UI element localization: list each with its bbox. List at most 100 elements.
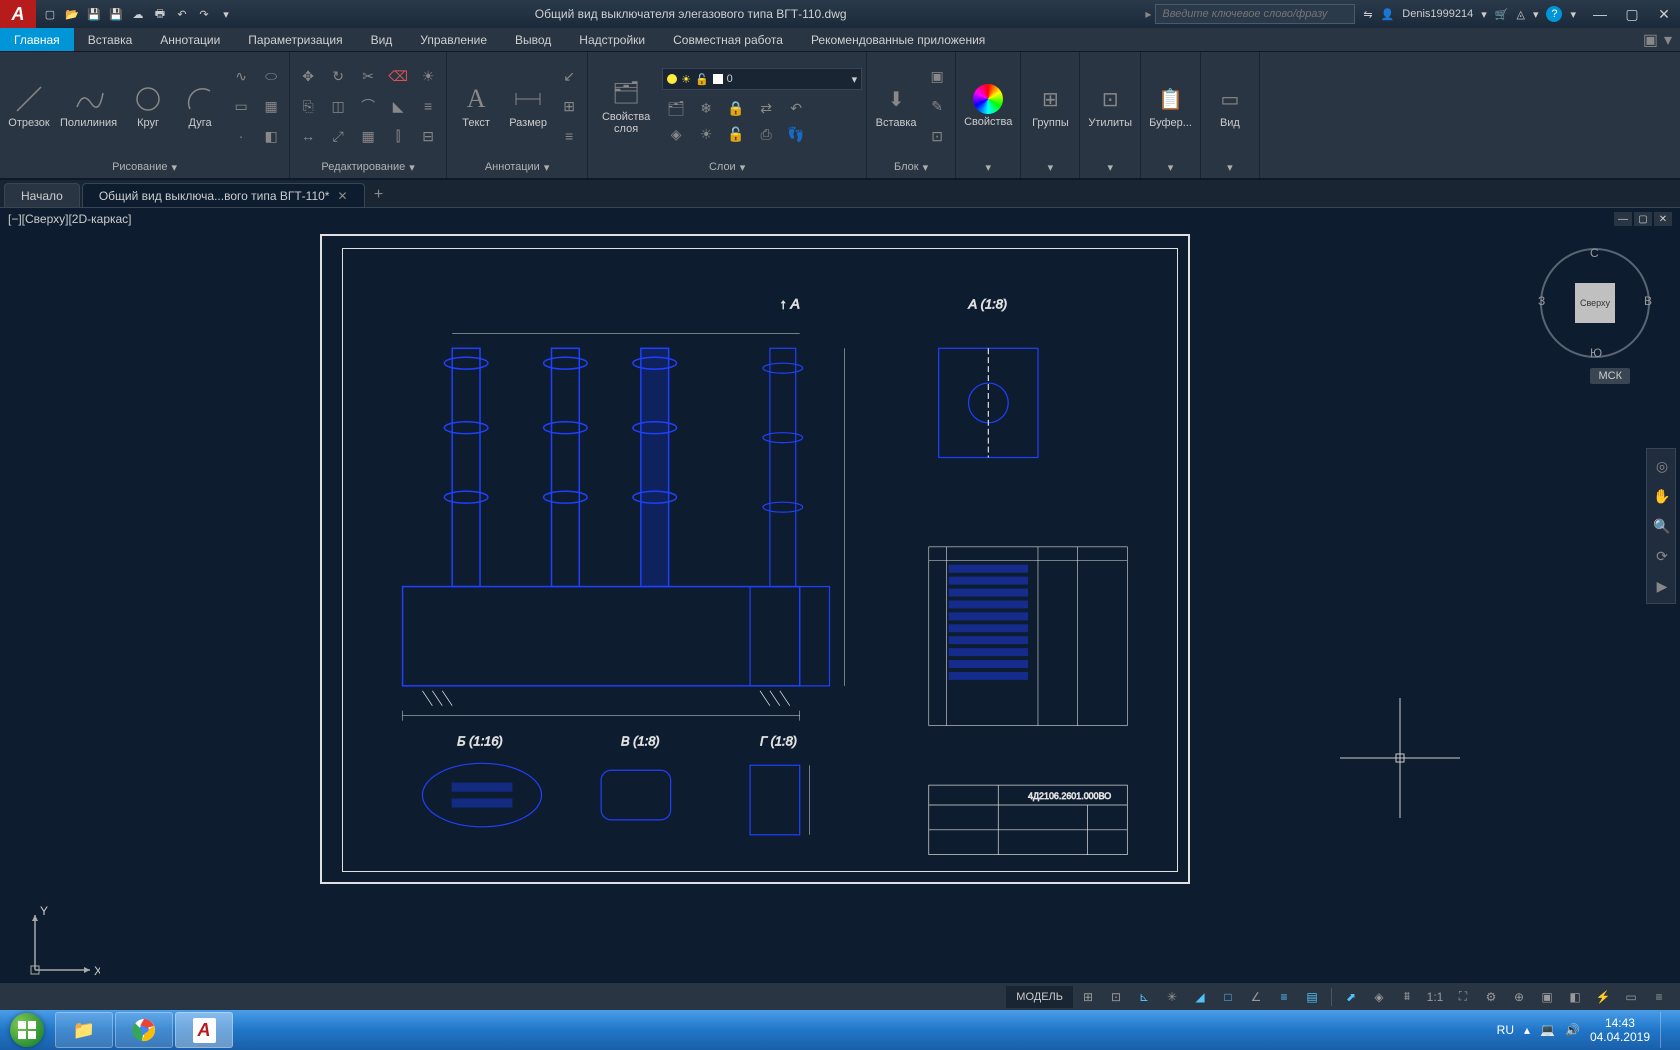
qat-open-icon[interactable]: 📂 bbox=[62, 4, 82, 24]
ribbon-expand-icon[interactable]: ▾ bbox=[1664, 30, 1672, 50]
tool-utilities[interactable]: ⊡Утилиты bbox=[1084, 79, 1136, 133]
layer-current-dropdown[interactable]: ☀ 🔓 0 ▾ bbox=[662, 68, 862, 90]
layer-iso-icon[interactable]: ◈ bbox=[662, 120, 690, 148]
panel-layers-title[interactable]: Слои▾ bbox=[592, 158, 862, 176]
user-icon[interactable]: 👤 bbox=[1381, 8, 1395, 21]
status-lineweight-icon[interactable]: ≡ bbox=[1271, 986, 1297, 1008]
mtext-icon[interactable]: ≡ bbox=[555, 122, 583, 150]
viewport-label[interactable]: [−][Сверху][2D-каркас] bbox=[8, 212, 132, 226]
viewcube-face-top[interactable]: Сверху bbox=[1575, 283, 1615, 323]
viewcube-north[interactable]: С bbox=[1590, 246, 1599, 260]
chamfer-icon[interactable]: ◣ bbox=[384, 92, 412, 120]
hatch-icon[interactable]: ▦ bbox=[257, 92, 285, 120]
region-icon[interactable]: ◧ bbox=[257, 122, 285, 150]
qat-save-icon[interactable]: 💾 bbox=[84, 4, 104, 24]
panel-block-title[interactable]: Блок▾ bbox=[871, 158, 951, 176]
tool-text[interactable]: А Текст bbox=[451, 79, 501, 133]
array-icon[interactable]: ▦ bbox=[354, 122, 382, 150]
layer-lock-tool-icon[interactable]: 🔒 bbox=[722, 94, 750, 122]
scale-icon[interactable]: ⤢ bbox=[324, 122, 352, 150]
nav-wheel-icon[interactable]: ◎ bbox=[1649, 453, 1675, 479]
erase-icon[interactable]: ⌫ bbox=[384, 62, 412, 90]
status-scale-label[interactable]: 1:1 bbox=[1422, 986, 1448, 1008]
block-attr-icon[interactable]: ⊡ bbox=[923, 122, 951, 150]
panel-groups-title[interactable]: ▾ bbox=[1025, 158, 1075, 176]
nav-showmotion-icon[interactable]: ▶ bbox=[1649, 573, 1675, 599]
spline-icon[interactable]: ∿ bbox=[227, 62, 255, 90]
task-chrome[interactable] bbox=[115, 1012, 173, 1048]
panel-utilities-title[interactable]: ▾ bbox=[1084, 158, 1136, 176]
close-icon[interactable]: ✕ bbox=[337, 189, 347, 203]
maximize-button[interactable]: ▢ bbox=[1616, 0, 1648, 28]
status-snap-icon[interactable]: ⊡ bbox=[1103, 986, 1129, 1008]
status-custom-icon[interactable]: ≡ bbox=[1646, 986, 1672, 1008]
tool-dimension[interactable]: Размер bbox=[503, 79, 553, 133]
tool-view[interactable]: ▭Вид bbox=[1205, 79, 1255, 133]
nav-orbit-icon[interactable]: ⟳ bbox=[1649, 543, 1675, 569]
status-snap3d-icon[interactable]: ⩩ bbox=[1394, 986, 1420, 1008]
tool-groups[interactable]: ⊞Группы bbox=[1025, 79, 1075, 133]
task-autocad[interactable]: A bbox=[175, 1012, 233, 1048]
table-icon[interactable]: ⊞ bbox=[555, 92, 583, 120]
status-iso-icon[interactable]: ◧ bbox=[1562, 986, 1588, 1008]
status-grid-icon[interactable]: ⊞ bbox=[1075, 986, 1101, 1008]
layer-off-icon[interactable]: 🗂 bbox=[662, 94, 690, 122]
cart-icon[interactable]: 🛒 bbox=[1495, 8, 1509, 21]
rotate-icon[interactable]: ↻ bbox=[324, 62, 352, 90]
point-icon[interactable]: · bbox=[227, 122, 255, 150]
panel-draw-title[interactable]: Рисование▾ bbox=[4, 158, 285, 176]
viewcube-west[interactable]: З bbox=[1538, 294, 1545, 308]
minimize-button[interactable]: — bbox=[1584, 0, 1616, 28]
add-tab-button[interactable]: + bbox=[367, 183, 391, 207]
status-osnap-icon[interactable]: □ bbox=[1215, 986, 1241, 1008]
ribbon-tab-manage[interactable]: Управление bbox=[406, 28, 501, 51]
ribbon-tab-view[interactable]: Вид bbox=[357, 28, 407, 51]
qat-new-icon[interactable]: ▢ bbox=[40, 4, 60, 24]
tray-lang[interactable]: RU bbox=[1497, 1023, 1514, 1037]
tool-clipboard[interactable]: 📋Буфер... bbox=[1145, 79, 1196, 133]
status-model-button[interactable]: МОДЕЛЬ bbox=[1006, 986, 1073, 1008]
close-button[interactable]: ✕ bbox=[1648, 0, 1680, 28]
status-gizmo-icon[interactable]: ◈ bbox=[1366, 986, 1392, 1008]
tray-volume-icon[interactable]: 🔊 bbox=[1565, 1023, 1580, 1037]
status-gear-icon[interactable]: ⚙ bbox=[1478, 986, 1504, 1008]
vp-close-icon[interactable]: ✕ bbox=[1654, 212, 1672, 226]
layer-freeze-icon[interactable]: ❄ bbox=[692, 94, 720, 122]
connect-icon[interactable]: ⇋ bbox=[1363, 8, 1372, 21]
tool-block-insert[interactable]: ⬇ Вставка bbox=[871, 79, 921, 133]
mirror-icon[interactable]: ◫ bbox=[324, 92, 352, 120]
tool-polyline[interactable]: Полилиния bbox=[56, 79, 121, 133]
nav-zoom-icon[interactable]: 🔍 bbox=[1649, 513, 1675, 539]
status-annoscale-icon[interactable]: ⛶ bbox=[1450, 986, 1476, 1008]
offset-icon[interactable]: ≡ bbox=[414, 92, 442, 120]
trim-icon[interactable]: ✂ bbox=[354, 62, 382, 90]
copy-icon[interactable]: ⎘ bbox=[294, 92, 322, 120]
layer-match-icon[interactable]: ⇄ bbox=[752, 94, 780, 122]
layer-prev-icon[interactable]: ↶ bbox=[782, 94, 810, 122]
tray-up-icon[interactable]: ▴ bbox=[1524, 1023, 1530, 1037]
user-name[interactable]: Denis1999214 bbox=[1402, 8, 1473, 20]
layer-state-icon[interactable]: ⎙ bbox=[752, 120, 780, 148]
move-icon[interactable]: ✥ bbox=[294, 62, 322, 90]
align-icon[interactable]: ⫿ bbox=[384, 122, 412, 150]
layer-unlock-icon[interactable]: 🔓 bbox=[722, 120, 750, 148]
panel-clipboard-title[interactable]: ▾ bbox=[1145, 158, 1196, 176]
ribbon-tab-featured[interactable]: Рекомендованные приложения bbox=[797, 28, 999, 51]
panel-view-title[interactable]: ▾ bbox=[1205, 158, 1255, 176]
explode-icon[interactable]: ☀ bbox=[414, 62, 442, 90]
block-create-icon[interactable]: ▣ bbox=[923, 62, 951, 90]
status-transparency-icon[interactable]: ▤ bbox=[1299, 986, 1325, 1008]
ribbon-tab-parametric[interactable]: Параметризация bbox=[234, 28, 356, 51]
vp-minimize-icon[interactable]: — bbox=[1614, 212, 1632, 226]
apps-icon[interactable]: ◬ bbox=[1516, 8, 1524, 21]
panel-properties-title[interactable]: ▾ bbox=[960, 158, 1016, 176]
tool-circle[interactable]: Круг bbox=[123, 79, 173, 133]
ribbon-tab-addins[interactable]: Надстройки bbox=[565, 28, 659, 51]
fillet-icon[interactable]: ⌒ bbox=[354, 92, 382, 120]
panel-annotation-title[interactable]: Аннотации▾ bbox=[451, 158, 583, 176]
qat-saveweb-icon[interactable]: ☁ bbox=[128, 4, 148, 24]
tool-arc[interactable]: Дуга bbox=[175, 79, 225, 133]
panel-modify-title[interactable]: Редактирование▾ bbox=[294, 158, 442, 176]
vp-maximize-icon[interactable]: ▢ bbox=[1634, 212, 1652, 226]
ribbon-tab-home[interactable]: Главная bbox=[0, 28, 74, 51]
